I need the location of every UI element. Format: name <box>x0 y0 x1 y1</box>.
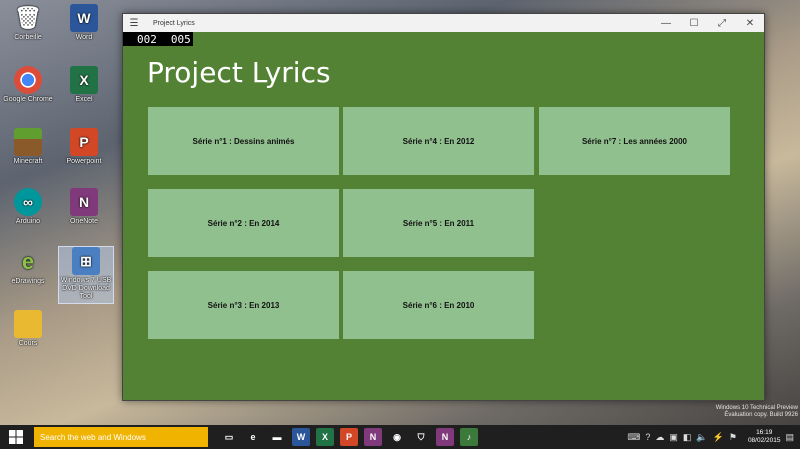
recycle-bin-icon: 🗑 <box>14 5 42 30</box>
tile-serie-6[interactable]: Série n°6 : En 2010 <box>343 271 534 339</box>
excel-shortcut[interactable]: X Excel <box>56 66 112 104</box>
tile-serie-2[interactable]: Série n°2 : En 2014 <box>148 189 339 257</box>
powerpoint-icon: P <box>70 128 98 156</box>
shortcut-label: eDrawings <box>11 278 45 285</box>
monitor-icon[interactable]: ▣ <box>669 432 678 443</box>
arduino-shortcut[interactable]: ∞ Arduino <box>0 188 56 226</box>
search-placeholder: Search the web and Windows <box>40 432 146 442</box>
tile-serie-7[interactable]: Série n°7 : Les années 2000 <box>539 107 730 175</box>
edrawings-icon: e <box>21 249 35 274</box>
shortcut-label: Excel <box>75 96 93 103</box>
shortcut-label: Cours <box>18 340 38 347</box>
volume-icon[interactable]: 🔈 <box>696 432 707 443</box>
tile-serie-3[interactable]: Série n°3 : En 2013 <box>148 271 339 339</box>
clock[interactable]: 16:19 08/02/2015 <box>748 429 781 445</box>
powerpoint-icon[interactable]: P <box>340 428 358 446</box>
folder-icon <box>14 310 42 338</box>
tile-label: Série n°3 : En 2013 <box>207 300 280 310</box>
keyboard-icon[interactable]: ⌨ <box>627 432 640 443</box>
usb-dvd-tool-icon: ⊞ <box>72 247 100 275</box>
fullscreen-icon[interactable]: ⤢ <box>708 18 736 29</box>
clock-time: 16:19 <box>756 429 773 436</box>
notifications-icon[interactable]: ▤ <box>785 432 794 443</box>
chrome-shortcut[interactable]: Google Chrome <box>0 66 56 104</box>
word-icon: W <box>70 4 98 32</box>
hamburger-menu-icon[interactable]: ☰ <box>123 18 145 29</box>
maximize-icon[interactable]: ☐ <box>680 18 708 29</box>
shortcut-label: Windows 7 USB DVD Download Tool <box>60 277 112 300</box>
file-explorer-icon[interactable]: ▬ <box>268 428 286 446</box>
frame-counter: 002 005 <box>123 32 193 46</box>
chrome-icon[interactable]: ◉ <box>388 428 406 446</box>
shortcut-label: Arduino <box>15 218 41 225</box>
counter-left: 002 <box>137 32 157 46</box>
word-icon[interactable]: W <box>292 428 310 446</box>
title-bar[interactable]: ☰ Project Lyrics — ☐ ⤢ ✕ <box>123 14 764 32</box>
clock-date: 08/02/2015 <box>747 437 781 444</box>
tile-serie-5[interactable]: Série n°5 : En 2011 <box>343 189 534 257</box>
minimize-icon[interactable]: — <box>652 18 680 29</box>
recycle-bin-shortcut[interactable]: 🗑 Corbeille <box>0 4 56 42</box>
edrawings-shortcut[interactable]: e eDrawings <box>0 248 56 286</box>
watermark-line-1: Windows 10 Technical Preview <box>715 405 798 411</box>
tile-label: Série n°4 : En 2012 <box>402 136 475 146</box>
chrome-icon <box>14 66 42 94</box>
search-box[interactable]: Search the web and Windows <box>34 427 208 447</box>
shortcut-label: Word <box>75 34 93 41</box>
watermark-line-2: Évaluation copy. Build 9926 <box>724 412 798 418</box>
minecraft-shortcut[interactable]: Minecraft <box>0 128 56 166</box>
shortcut-label: Minecraft <box>13 158 43 165</box>
tile-label: Série n°2 : En 2014 <box>207 218 280 228</box>
tile-serie-1[interactable]: Série n°1 : Dessins animés <box>148 107 339 175</box>
tile-serie-4[interactable]: Série n°4 : En 2012 <box>343 107 534 175</box>
build-watermark: Windows 10 Technical Preview Évaluation … <box>716 405 798 419</box>
onenote-icon: N <box>70 188 98 216</box>
onedrive-icon[interactable]: ☁ <box>655 432 664 443</box>
onenote-2-icon[interactable]: N <box>436 428 454 446</box>
project-lyrics-icon[interactable]: ♪ <box>460 428 478 446</box>
system-tray: ⌨ ? ☁ ▣ ◧ 🔈 ⚡ ⚑ 16:19 08/02/2015 ▤ <box>627 429 800 445</box>
task-view-icon[interactable]: ▭ <box>220 428 238 446</box>
cours-shortcut[interactable]: Cours <box>0 310 56 348</box>
network-icon[interactable]: ◧ <box>683 432 692 443</box>
page-title: Project Lyrics <box>147 56 331 89</box>
onenote-shortcut[interactable]: N OneNote <box>56 188 112 226</box>
counter-right: 005 <box>170 32 191 46</box>
excel-icon: X <box>70 66 98 94</box>
excel-icon[interactable]: X <box>316 428 334 446</box>
shortcut-label: Corbeille <box>14 34 42 41</box>
word-shortcut[interactable]: W Word <box>56 4 112 42</box>
window-title: Project Lyrics <box>153 19 195 27</box>
shortcut-label: Google Chrome <box>3 96 53 103</box>
start-button[interactable] <box>0 425 32 449</box>
tile-label: Série n°1 : Dessins animés <box>192 136 295 146</box>
tile-label: Série n°6 : En 2010 <box>402 300 475 310</box>
onenote-icon[interactable]: N <box>364 428 382 446</box>
internet-explorer-icon[interactable]: e <box>244 428 262 446</box>
app-window: ☰ Project Lyrics — ☐ ⤢ ✕ 002 005 Project… <box>122 13 765 401</box>
close-icon[interactable]: ✕ <box>736 18 764 29</box>
taskbar-apps: ▭ e ▬ W X P N ◉ ⛉ N ♪ <box>220 428 478 446</box>
flag-icon[interactable]: ⚑ <box>729 432 737 443</box>
shortcut-label: OneNote <box>69 218 99 225</box>
tile-label: Série n°5 : En 2011 <box>402 218 475 228</box>
taskbar: Search the web and Windows ▭ e ▬ W X P N ◉ ⛉ N ♪ ⌨… <box>0 425 800 449</box>
shortcut-label: Powerpoint <box>66 158 102 165</box>
tile-label: Série n°7 : Les années 2000 <box>581 136 688 146</box>
store-icon[interactable]: ⛉ <box>412 428 430 446</box>
windows-logo-icon <box>9 430 23 444</box>
powerpoint-shortcut[interactable]: P Powerpoint <box>56 128 112 166</box>
usb-dvd-tool-shortcut[interactable]: ⊞ Windows 7 USB DVD Download Tool <box>58 246 114 304</box>
power-icon[interactable]: ⚡ <box>713 432 724 443</box>
arduino-icon: ∞ <box>14 188 42 216</box>
minecraft-icon <box>14 128 42 156</box>
help-icon[interactable]: ? <box>645 432 650 442</box>
